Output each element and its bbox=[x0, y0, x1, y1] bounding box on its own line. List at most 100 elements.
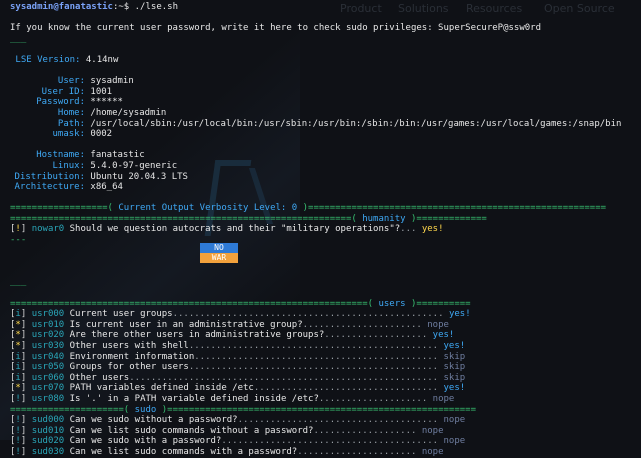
user-info-block: User: sysadmin User ID: 1001 Password: *… bbox=[10, 76, 635, 140]
lse-version-value: 4.14nw bbox=[85, 54, 119, 65]
check-row: [i] usr000 Current user groups..........… bbox=[10, 309, 471, 320]
check-text: Can we sudo with a password? bbox=[69, 436, 222, 447]
check-result: nope bbox=[421, 446, 444, 457]
check-row: [i] usr040 Environment information......… bbox=[10, 351, 466, 362]
check-mark: * bbox=[15, 383, 21, 394]
check-mark: i bbox=[15, 362, 21, 373]
verbosity-header: ==================( Current Output Verbo… bbox=[10, 203, 607, 214]
section-title: users bbox=[378, 298, 406, 309]
section-title: humanity bbox=[362, 213, 406, 224]
check-id: usr070 bbox=[31, 383, 65, 394]
check-text: Groups for other users bbox=[69, 362, 189, 373]
check-row: [!] sud020 Can we sudo with a password?.… bbox=[10, 436, 466, 447]
check-text: Other users bbox=[69, 372, 130, 383]
check-id: sud020 bbox=[31, 436, 65, 447]
check-text: Are there other users in administrative … bbox=[69, 330, 325, 341]
check-id: sud000 bbox=[31, 415, 65, 426]
info-row: umask: 0002 bbox=[52, 129, 113, 140]
check-result: nope bbox=[443, 415, 466, 426]
check-id: usr010 bbox=[31, 319, 65, 330]
check-text: Can we list sudo commands without a pass… bbox=[69, 425, 314, 436]
command-prompt-line: sysadmin@fanatastic:~$ ./lse.sh bbox=[10, 2, 635, 13]
info-row: User: sysadmin bbox=[57, 76, 134, 87]
check-result: yes! bbox=[448, 309, 471, 320]
check-text: PATH variables defined inside /etc bbox=[69, 383, 254, 394]
check-row: [!] nowar0 Should we question autocrats … bbox=[10, 224, 444, 235]
check-mark: * bbox=[15, 319, 21, 330]
menu-option-no[interactable]: NO bbox=[200, 243, 238, 253]
info-row: Password: ****** bbox=[36, 97, 123, 108]
check-row: [*] usr030 Other users with shell.......… bbox=[10, 341, 466, 351]
password-hint: If you know the current user password, w… bbox=[10, 23, 542, 34]
check-result: nope bbox=[432, 393, 455, 404]
check-id: usr020 bbox=[31, 330, 65, 341]
terminal-output: sysadmin@fanatastic:~$ ./lse.sh If you k… bbox=[10, 2, 635, 458]
check-row: [i] usr060 Other users..................… bbox=[10, 372, 466, 383]
section-title: sudo bbox=[134, 404, 157, 415]
check-id: usr030 bbox=[31, 341, 65, 351]
check-id: nowar0 bbox=[31, 224, 65, 235]
check-id: usr040 bbox=[31, 351, 65, 362]
check-result: yes! bbox=[432, 330, 455, 341]
check-mark: * bbox=[15, 330, 21, 341]
check-text: Environment information bbox=[69, 351, 195, 362]
check-mark: * bbox=[15, 341, 21, 351]
lse-version-line: LSE Version: 4.14nw bbox=[10, 55, 635, 66]
check-result: skip bbox=[443, 372, 466, 383]
check-result: skip bbox=[443, 362, 466, 373]
check-row: [i] usr050 Groups for other users.......… bbox=[10, 362, 466, 373]
check-id: sud010 bbox=[31, 425, 65, 436]
check-text: Is current user in an administrative gro… bbox=[69, 319, 303, 330]
check-id: usr080 bbox=[31, 393, 65, 404]
check-result: yes! bbox=[443, 383, 466, 394]
check-result: nope bbox=[427, 319, 449, 330]
info-row: User ID: 1001 bbox=[41, 86, 113, 97]
check-text: Can we sudo without a password? bbox=[69, 415, 238, 426]
check-text: Can we list sudo commands with a passwor… bbox=[69, 446, 298, 457]
short-rule: ___ bbox=[10, 33, 27, 44]
check-mark: ! bbox=[15, 425, 21, 436]
section-header-humanity: ========================================… bbox=[10, 213, 487, 224]
check-row: [!] usr080 Is '.' in a PATH variable def… bbox=[10, 393, 455, 404]
check-text: Other users with shell bbox=[69, 341, 189, 351]
prompt-separator: :~$ bbox=[112, 2, 135, 12]
users-checks-list: [i] usr000 Current user groups..........… bbox=[10, 309, 635, 404]
info-row: Hostname: fanatastic bbox=[36, 150, 145, 161]
check-mark: ! bbox=[15, 415, 21, 426]
check-mark: ! bbox=[15, 393, 21, 404]
sudo-checks-list: [!] sud000 Can we sudo without a passwor… bbox=[10, 415, 635, 457]
check-result: yes! bbox=[443, 341, 466, 351]
check-mark: i bbox=[15, 372, 21, 383]
info-row: Path: /usr/local/sbin:/usr/local/bin:/us… bbox=[57, 118, 622, 129]
check-row: [*] usr010 Is current user in an adminis… bbox=[10, 319, 449, 330]
lse-version-label: LSE Version: bbox=[15, 54, 81, 65]
verbosity-label: Current Output Verbosity Level: 0 bbox=[118, 203, 298, 214]
info-row: Linux: 5.4.0-97-generic bbox=[52, 160, 178, 171]
check-id: sud030 bbox=[31, 446, 65, 457]
info-row: Architecture: x86_64 bbox=[14, 182, 123, 193]
system-info-block: Hostname: fanatastic Linux: 5.4.0-97-gen… bbox=[10, 150, 635, 192]
menu-option-war[interactable]: WAR bbox=[200, 253, 238, 263]
check-id: usr000 bbox=[31, 309, 65, 320]
check-result: yes! bbox=[421, 224, 444, 235]
check-row: [*] usr070 PATH variables defined inside… bbox=[10, 383, 466, 394]
prompt-user: sysadmin@fanatastic bbox=[10, 2, 113, 12]
check-mark: i bbox=[15, 309, 21, 320]
check-mark: i bbox=[15, 351, 21, 362]
check-text: Current user groups bbox=[69, 309, 173, 320]
check-text: Should we question autocrats and their "… bbox=[69, 224, 401, 235]
check-result: nope bbox=[443, 436, 466, 447]
check-id: usr060 bbox=[31, 372, 65, 383]
check-result: skip bbox=[443, 351, 466, 362]
section-header-users: ========================================… bbox=[10, 298, 471, 309]
section-header-sudo: =====================( sudo )===========… bbox=[10, 404, 477, 415]
info-row: Home: /home/sysadmin bbox=[57, 107, 167, 118]
check-text: Is '.' in a PATH variable defined inside… bbox=[69, 393, 319, 404]
check-mark: ! bbox=[15, 436, 21, 447]
command-text: ./lse.sh bbox=[134, 2, 178, 12]
check-result: nope bbox=[421, 425, 444, 436]
check-row: [*] usr020 Are there other users in admi… bbox=[10, 330, 455, 341]
choice-menu[interactable]: NO WAR bbox=[200, 243, 238, 263]
check-row: [!] sud000 Can we sudo without a passwor… bbox=[10, 415, 466, 426]
check-row: [!] sud030 Can we list sudo commands wit… bbox=[10, 446, 444, 457]
